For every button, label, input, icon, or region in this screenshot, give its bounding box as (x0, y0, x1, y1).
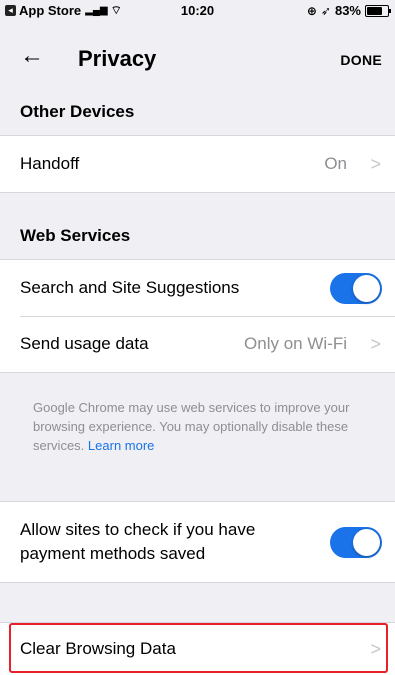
status-bar: ◂ App Store ▂▄▆ ⌔ 10:20 ⊕ ➶ 83% (0, 0, 395, 22)
battery-percent: 83% (334, 3, 361, 18)
battery-icon (365, 4, 391, 17)
chevron-right-icon: > (370, 333, 381, 354)
handoff-row[interactable]: Handoff On > (0, 136, 395, 192)
payment-group: Allow sites to check if you have payment… (0, 501, 395, 583)
status-right: ⊕ ➶ 83% (306, 3, 391, 18)
footnote-text: Google Chrome may use web services to im… (33, 400, 350, 453)
search-suggestions-toggle[interactable] (330, 272, 382, 304)
usage-data-label: Send usage data (20, 334, 149, 353)
search-suggestions-row: Search and Site Suggestions (0, 260, 395, 316)
chevron-right-icon: > (370, 153, 381, 174)
highlight-box (9, 623, 388, 673)
handoff-value: On (324, 154, 347, 173)
handoff-label: Handoff (20, 154, 80, 173)
location-icon: ➶ (320, 3, 331, 18)
nav-bar: ← Privacy DONE (0, 22, 395, 96)
payment-toggle[interactable] (330, 526, 382, 558)
payment-row: Allow sites to check if you have payment… (0, 502, 395, 582)
other-devices-group: Handoff On > (0, 135, 395, 193)
orientation-lock-icon: ⊕ (306, 3, 317, 18)
done-button[interactable]: DONE (340, 52, 382, 68)
web-services-footnote: Google Chrome may use web services to im… (33, 398, 368, 455)
payment-label: Allow sites to check if you have payment… (20, 520, 256, 563)
back-arrow-icon[interactable]: ← (20, 44, 44, 68)
usage-data-row[interactable]: Send usage data Only on Wi-Fi > (0, 316, 395, 372)
section-header-other-devices: Other Devices (20, 102, 135, 121)
section-header-web-services: Web Services (20, 226, 131, 245)
learn-more-link[interactable]: Learn more (88, 438, 154, 453)
search-suggestions-label: Search and Site Suggestions (20, 278, 240, 297)
web-services-group: Search and Site Suggestions Send usage d… (0, 259, 395, 373)
usage-data-value: Only on Wi-Fi (244, 334, 347, 353)
page-title: Privacy (78, 46, 157, 71)
